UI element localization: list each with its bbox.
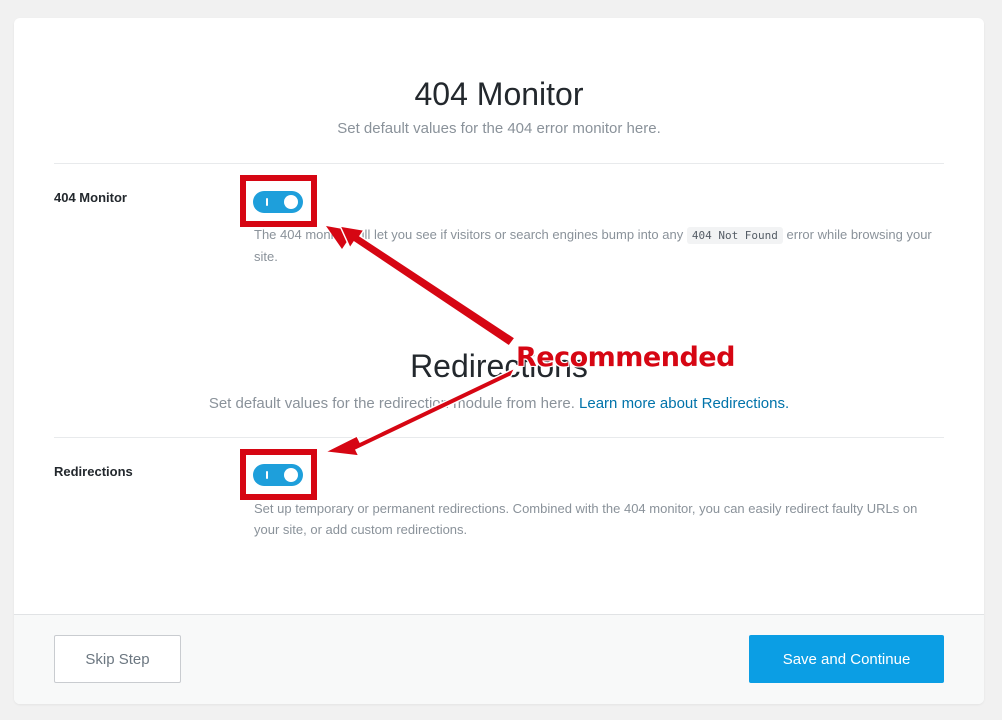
not-found-code: 404 Not Found (686, 227, 783, 244)
divider (54, 163, 944, 164)
learn-more-link[interactable]: Learn more about Redirections. (579, 395, 789, 412)
toggle-knob (284, 468, 298, 482)
monitor-section-title: 404 Monitor (414, 76, 584, 112)
wizard-card: 404 Monitor Set default values for the 4… (14, 18, 984, 704)
save-and-continue-button[interactable]: Save and Continue (749, 635, 944, 683)
redirections-desc-text: Set default values for the redirection m… (208, 395, 580, 412)
monitor-field-label: 404 Monitor (54, 190, 127, 205)
divider (54, 437, 944, 438)
recommended-annotation: Recommended (516, 342, 735, 373)
toggle-knob (284, 195, 298, 209)
monitor-desc-text: The 404 monitor will let you see if visi… (254, 227, 687, 242)
redirections-toggle[interactable] (253, 464, 303, 486)
monitor-field-description: The 404 monitor will let you see if visi… (254, 224, 934, 267)
redirections-field-label: Redirections (54, 464, 133, 479)
toggle-on-indicator-icon (266, 471, 268, 479)
monitor-section-description: Set default values for the 404 error mon… (337, 120, 661, 137)
setup-wizard-page: 404 Monitor Set default values for the 4… (0, 0, 1002, 720)
toggle-on-indicator-icon (266, 198, 268, 206)
redirections-section-description: Set default values for the redirection m… (14, 394, 984, 414)
redirections-section-title: Redirections (410, 348, 588, 384)
monitor-toggle[interactable] (253, 191, 303, 213)
skip-step-button[interactable]: Skip Step (54, 635, 181, 683)
wizard-footer: Skip Step Save and Continue (14, 614, 984, 704)
redirections-field-description: Set up temporary or permanent redirectio… (254, 501, 918, 537)
